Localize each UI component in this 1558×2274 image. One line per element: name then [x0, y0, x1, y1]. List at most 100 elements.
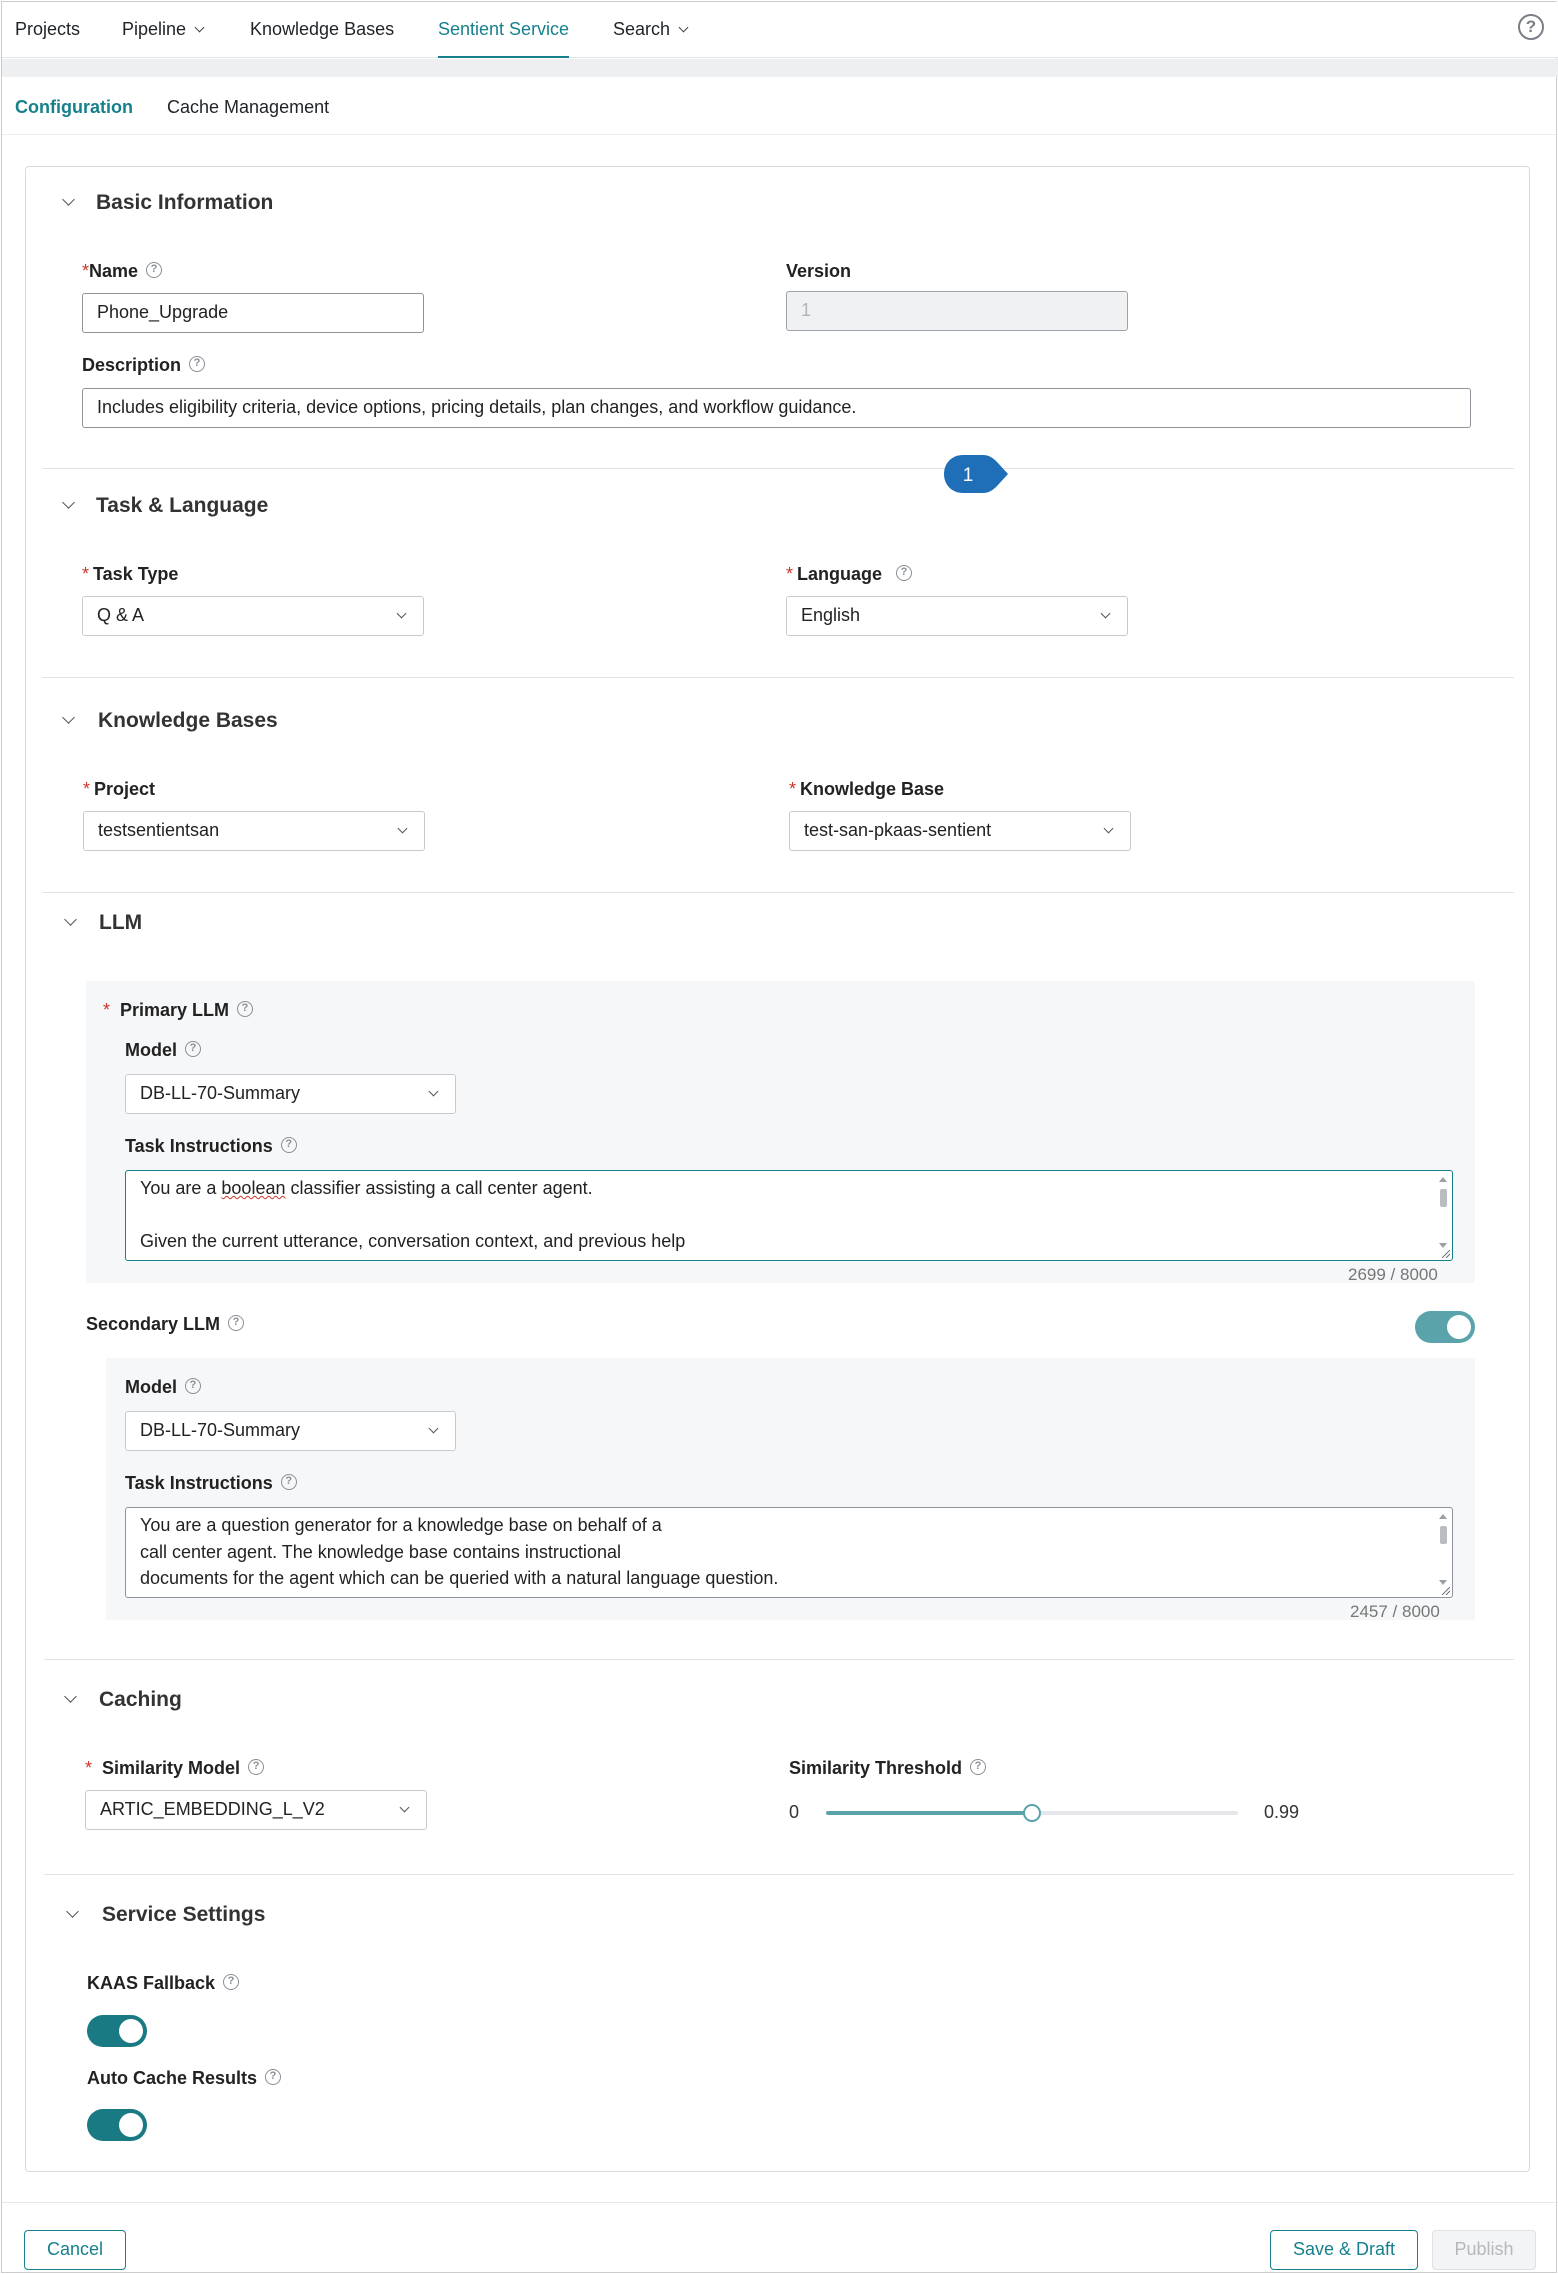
cancel-button[interactable]: Cancel — [24, 2230, 126, 2270]
collapse-chevron-icon[interactable] — [62, 496, 75, 509]
secondary-instructions-textarea[interactable]: You are a question generator for a knowl… — [125, 1507, 1453, 1598]
secondary-instructions-line: You are a question generator for a knowl… — [140, 1515, 662, 1535]
threshold-slider-fill — [826, 1811, 1032, 1815]
scroll-up-icon[interactable] — [1439, 1177, 1447, 1182]
section-divider — [42, 468, 1514, 469]
publish-button[interactable]: Publish — [1432, 2230, 1536, 2270]
help-icon[interactable]: ? — [185, 1041, 201, 1058]
language-select[interactable]: English — [786, 596, 1128, 636]
knowledge-base-value: test-san-pkaas-sentient — [804, 820, 992, 840]
help-icon[interactable]: ? — [185, 1378, 201, 1395]
similarity-model-select[interactable]: ARTIC_EMBEDDING_L_V2 — [85, 1790, 427, 1830]
scroll-down-icon[interactable] — [1439, 1243, 1447, 1248]
scrollbar[interactable] — [1439, 1514, 1448, 1591]
primary-model-select[interactable]: DB-LL-70-Summary — [125, 1074, 456, 1114]
resize-grip-icon[interactable] — [1442, 1250, 1450, 1258]
scroll-down-icon[interactable] — [1439, 1580, 1447, 1585]
collapse-chevron-icon[interactable] — [62, 711, 75, 724]
save-draft-button[interactable]: Save & Draft — [1270, 2230, 1418, 2270]
primary-instructions-line — [140, 1202, 1438, 1229]
help-icon[interactable]: ? — [237, 1001, 254, 1018]
nav-pipeline[interactable]: Pipeline — [122, 2, 205, 58]
kaas-fallback-label-text: KAAS Fallback — [87, 1973, 216, 1993]
description-input[interactable]: Includes eligibility criteria, device op… — [82, 388, 1471, 428]
project-label: * Project — [83, 779, 156, 799]
help-icon[interactable]: ? — [896, 565, 913, 582]
section-title-llm: LLM — [99, 911, 143, 934]
header-band — [2, 59, 1558, 77]
chevron-down-icon — [428, 1423, 439, 1434]
auto-cache-label-text: Auto Cache Results — [87, 2068, 258, 2088]
collapse-chevron-icon[interactable] — [64, 1690, 77, 1703]
chevron-down-icon — [428, 1086, 439, 1097]
tab-cache-management[interactable]: Cache Management — [167, 97, 329, 118]
sub-tabs: Configuration Cache Management — [2, 77, 1558, 135]
primary-model-label: Model? — [125, 1040, 201, 1061]
threshold-slider-handle[interactable] — [1023, 1804, 1041, 1822]
section-title-service: Service Settings — [102, 1903, 266, 1926]
help-icon[interactable]: ? — [248, 1759, 265, 1776]
resize-grip-icon[interactable] — [1442, 1587, 1450, 1595]
collapse-chevron-icon[interactable] — [66, 1905, 79, 1918]
primary-instructions-textarea[interactable]: You are a boolean classifier assisting a… — [125, 1170, 1453, 1261]
secondary-llm-toggle[interactable] — [1415, 1311, 1475, 1343]
description-label: Description? — [82, 355, 206, 376]
similarity-threshold-label: Similarity Threshold? — [789, 1758, 987, 1779]
name-input[interactable]: Phone_Upgrade — [82, 293, 424, 333]
name-label: *Name? — [82, 261, 163, 282]
nav-projects[interactable]: Projects — [15, 2, 80, 58]
secondary-instructions-line: documents for the agent which can be que… — [140, 1568, 779, 1588]
primary-instructions-line: Given the current utterance, conversatio… — [140, 1231, 686, 1251]
scrollbar-thumb[interactable] — [1440, 1189, 1447, 1207]
primary-model-value: DB-LL-70-Summary — [140, 1083, 301, 1103]
chevron-down-icon — [1100, 608, 1111, 619]
help-icon[interactable]: ? — [228, 1315, 245, 1332]
collapse-chevron-icon[interactable] — [64, 913, 77, 926]
secondary-instructions-label-text: Task Instructions — [125, 1473, 273, 1493]
secondary-model-select[interactable]: DB-LL-70-Summary — [125, 1411, 456, 1451]
kaas-fallback-toggle[interactable] — [87, 2015, 147, 2047]
nav-sentient-service[interactable]: Sentient Service — [438, 2, 570, 58]
primary-instructions-text: You are a — [140, 1178, 222, 1198]
primary-llm-label: * Primary LLM? — [103, 1000, 254, 1021]
auto-cache-label: Auto Cache Results? — [87, 2068, 282, 2089]
secondary-instructions-line: call center agent. The knowledge base co… — [140, 1541, 621, 1562]
knowledge-base-label-text: Knowledge Base — [800, 779, 945, 799]
task-type-select[interactable]: Q & A — [82, 596, 424, 636]
chevron-down-icon — [678, 22, 689, 33]
primary-instructions-label-text: Task Instructions — [125, 1136, 273, 1156]
section-divider — [44, 1659, 1514, 1660]
secondary-model-label-text: Model — [125, 1377, 177, 1397]
threshold-min: 0 — [789, 1802, 800, 1822]
collapse-chevron-icon[interactable] — [62, 193, 75, 206]
nav-pipeline-label: Pipeline — [122, 19, 187, 39]
chevron-down-icon — [399, 1802, 410, 1813]
nav-knowledge-bases[interactable]: Knowledge Bases — [250, 2, 394, 58]
section-title-caching: Caching — [99, 1688, 182, 1711]
nav-search[interactable]: Search — [613, 2, 689, 58]
help-icon[interactable]: ? — [280, 1137, 297, 1154]
primary-char-counter: 2699 / 8000 — [1348, 1265, 1438, 1284]
scrollbar-thumb[interactable] — [1440, 1526, 1447, 1544]
project-select[interactable]: testsentientsan — [83, 811, 425, 851]
step-badge-number: 1 — [963, 465, 974, 486]
help-icon[interactable]: ? — [189, 356, 206, 373]
nav-projects-label: Projects — [15, 19, 81, 39]
help-icon[interactable]: ? — [1518, 14, 1544, 40]
help-icon[interactable]: ? — [970, 1759, 987, 1776]
project-label-text: Project — [94, 779, 156, 799]
similarity-model-label-text: Similarity Model — [102, 1758, 241, 1778]
scrollbar[interactable] — [1439, 1177, 1448, 1254]
secondary-char-counter: 2457 / 8000 — [1350, 1602, 1440, 1621]
help-icon[interactable]: ? — [223, 1974, 240, 1991]
help-icon[interactable]: ? — [265, 2069, 282, 2086]
tab-configuration[interactable]: Configuration — [15, 97, 133, 118]
knowledge-base-select[interactable]: test-san-pkaas-sentient — [789, 811, 1131, 851]
help-icon[interactable]: ? — [280, 1474, 297, 1491]
project-value: testsentientsan — [98, 820, 220, 840]
toggle-knob — [1447, 1315, 1471, 1339]
scroll-up-icon[interactable] — [1439, 1514, 1447, 1519]
nav-sentient-service-label: Sentient Service — [438, 19, 570, 39]
help-icon[interactable]: ? — [146, 262, 163, 279]
auto-cache-toggle[interactable] — [87, 2109, 147, 2141]
